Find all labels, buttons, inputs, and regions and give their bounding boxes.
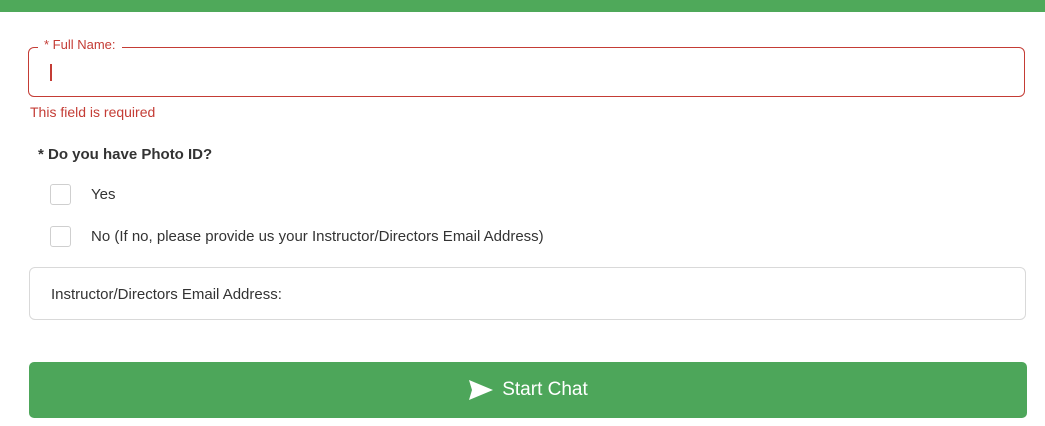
chat-form: * Full Name: This field is required * Do… <box>0 0 1045 426</box>
send-icon <box>469 380 494 400</box>
full-name-label: * Full Name: <box>38 37 122 52</box>
instructor-email-input[interactable] <box>49 279 1013 309</box>
photo-id-question: * Do you have Photo ID? <box>38 146 213 163</box>
photo-id-option-yes[interactable]: Yes <box>50 184 115 205</box>
full-name-label-text: * Full Name: <box>44 37 116 52</box>
yes-checkbox[interactable] <box>50 184 71 205</box>
photo-id-option-no[interactable]: No (If no, please provide us your Instru… <box>50 226 544 247</box>
top-accent-bar <box>0 0 1045 12</box>
yes-label: Yes <box>91 186 116 203</box>
no-checkbox[interactable] <box>50 226 71 247</box>
full-name-error: This field is required <box>30 104 156 120</box>
start-chat-button[interactable]: Start Chat <box>29 362 1027 418</box>
full-name-input[interactable] <box>50 60 1014 88</box>
start-chat-label: Start Chat <box>502 379 588 400</box>
no-label: No (If no, please provide us your Instru… <box>91 228 544 245</box>
